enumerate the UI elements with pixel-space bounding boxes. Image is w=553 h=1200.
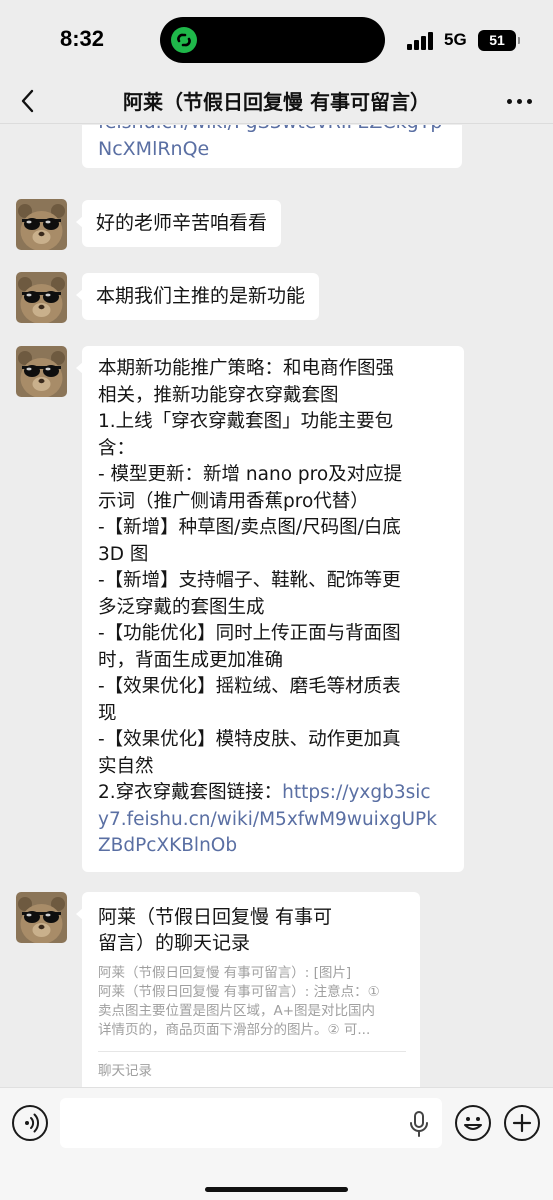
link-text[interactable]: feishu.cn/wiki/PgS3wtevRIFEZCkgTp (98, 125, 448, 136)
card-footer: 聊天记录 (98, 1063, 152, 1079)
microphone-icon[interactable] (406, 1110, 432, 1138)
message-line: -【功能优化】同时上传正面与背面图 (98, 623, 401, 644)
message-text: 本期我们主推的是新功能 (96, 285, 306, 307)
preview-line: 阿莱（节假日回复慢 有事可留言）: [图片] (98, 965, 352, 981)
voice-wave-icon (25, 1113, 39, 1133)
message-bubble-long[interactable]: 本期新功能推广策略：和电商作图强 相关，推新功能穿衣穿戴套图 1.上线「穿衣穿戴… (76, 346, 464, 872)
card-title-line: 留言）的聊天记录 (98, 932, 251, 954)
chat-record-card[interactable]: 阿莱（节假日回复慢 有事可 留言）的聊天记录 阿莱（节假日回复慢 有事可留言）:… (76, 892, 420, 1087)
status-time: 8:32 (60, 26, 105, 51)
signal-icon (407, 32, 435, 50)
link-text[interactable]: y7.feishu.cn/wiki/M5xfwM9wuixgUPk (98, 807, 450, 834)
card-title-line: 阿莱（节假日回复慢 有事可 (98, 906, 333, 928)
input-bar (0, 1087, 553, 1200)
message-line: 实自然 (98, 755, 154, 777)
avatar[interactable] (16, 199, 67, 250)
message-line: 1.上线「穿衣穿戴套图」功能主要包 (98, 411, 394, 432)
emoji-smile-icon (464, 1117, 482, 1130)
emoji-button[interactable] (455, 1105, 491, 1141)
message-line: 时，背面生成更加准确 (98, 649, 284, 671)
battery-level: 51 (489, 32, 505, 48)
bear-avatar-icon (16, 892, 67, 943)
message-line: -【效果优化】模特皮肤、动作更加真 (98, 729, 401, 750)
message-line: 含： (98, 437, 136, 459)
bear-avatar-icon (16, 272, 67, 323)
voice-toggle-button[interactable] (12, 1105, 48, 1141)
status-bar: 8:32 5G 51 (0, 0, 553, 78)
message-line: 相关，推新功能穿衣穿戴套图 (98, 384, 339, 406)
message-line: 本期新功能推广策略：和电商作图强 (98, 358, 395, 379)
card-preview: 阿莱（节假日回复慢 有事可留言）: [图片] 阿莱（节假日回复慢 有事可留言）:… (98, 964, 406, 1040)
card-divider (98, 1051, 406, 1052)
avatar[interactable] (16, 892, 67, 943)
network-label: 5G (444, 30, 467, 49)
avatar[interactable] (16, 272, 67, 323)
bear-avatar-icon (16, 346, 67, 397)
message-bubble[interactable]: 好的老师辛苦咱看看 (75, 200, 282, 247)
chat-title: 阿莱（节假日回复慢 有事可留言） (123, 90, 430, 114)
message-bubble-link[interactable]: feishu.cn/wiki/PgS3wtevRIFEZCkgTp NcXMlR… (82, 125, 462, 168)
message-input[interactable] (60, 1098, 442, 1148)
message-list[interactable]: feishu.cn/wiki/PgS3wtevRIFEZCkgTp NcXMlR… (0, 125, 553, 1087)
message-line-link: 2.穿衣穿戴套图链接：https://yxgb3sic (98, 780, 450, 807)
message-line: 示词（推广侧请用香蕉pro代替） (98, 490, 369, 512)
message-line: 多泛穿戴的套图生成 (98, 596, 265, 618)
avatar[interactable] (16, 346, 67, 397)
back-icon[interactable] (14, 86, 44, 116)
wechat-link-icon (171, 27, 197, 53)
preview-line: 阿莱（节假日回复慢 有事可留言）: 注意点：① (98, 984, 380, 1000)
message-bubble[interactable]: 本期我们主推的是新功能 (75, 273, 320, 320)
more-icon[interactable] (505, 88, 535, 114)
link-text[interactable]: ZBdPcXKBlnOb (98, 833, 450, 860)
battery-icon: 51 (478, 30, 520, 51)
message-text: 好的老师辛苦咱看看 (96, 212, 268, 234)
plus-icon (512, 1113, 532, 1133)
message-line: 3D 图 (98, 543, 149, 565)
message-line: -【效果优化】摇粒绒、磨毛等材质表 (98, 676, 401, 697)
message-line: -【新增】种草图/卖点图/尺码图/白底 (98, 517, 401, 538)
message-line: 现 (98, 702, 117, 724)
home-indicator (205, 1187, 348, 1192)
message-line: -【新增】支持帽子、鞋靴、配饰等更 (98, 570, 401, 591)
dynamic-island (160, 17, 385, 63)
preview-line: 卖点图主要位置是图片区域，A+图是对比国内 (98, 1003, 376, 1019)
chat-header: 阿莱（节假日回复慢 有事可留言） (0, 78, 553, 124)
more-actions-button[interactable] (504, 1105, 540, 1141)
preview-line: 详情页的，商品页面下滑部分的图片。② 可... (98, 1022, 371, 1038)
bear-avatar-icon (16, 199, 67, 250)
message-line: - 模型更新：新增 nano pro及对应提 (98, 464, 403, 485)
card-title: 阿莱（节假日回复慢 有事可 留言）的聊天记录 (98, 904, 406, 956)
link-text[interactable]: NcXMlRnQe (98, 136, 448, 163)
link-text[interactable]: https://yxgb3sic (282, 782, 430, 803)
link-prefix: 2.穿衣穿戴套图链接： (98, 782, 283, 803)
